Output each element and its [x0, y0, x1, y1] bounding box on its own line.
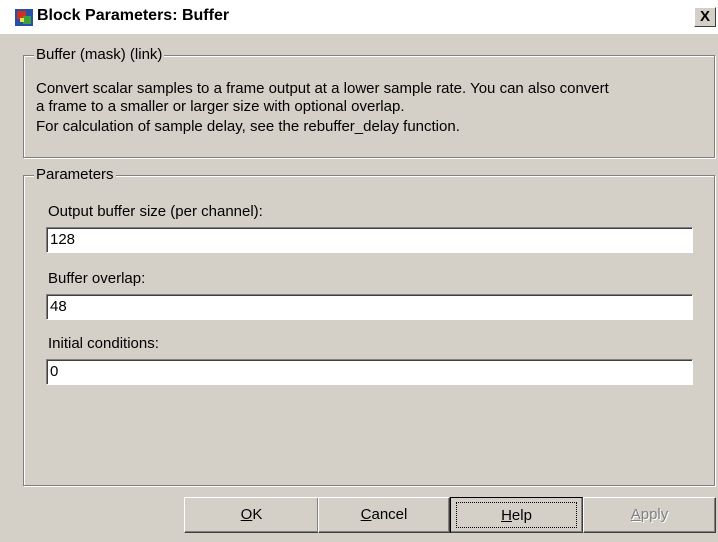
- apply-button[interactable]: Apply: [583, 497, 716, 533]
- window-title: Block Parameters: Buffer: [37, 7, 230, 24]
- help-mnemonic: H: [501, 507, 512, 524]
- buffer-overlap-input[interactable]: 48: [46, 294, 693, 320]
- description-line-3: For calculation of sample delay, see the…: [36, 118, 460, 135]
- help-label-rest: elp: [511, 507, 532, 524]
- simulink-block-icon: [15, 9, 33, 26]
- output-buffer-size-input[interactable]: 128: [46, 227, 693, 253]
- ok-button[interactable]: OK: [184, 497, 319, 533]
- description-group-title: Buffer (mask) (link): [34, 46, 165, 64]
- title-bar: Block Parameters: Buffer X: [0, 0, 718, 34]
- cancel-label-rest: ancel: [371, 506, 408, 523]
- parameters-group-title: Parameters: [34, 166, 116, 184]
- description-line-1: Convert scalar samples to a frame output…: [36, 80, 609, 97]
- cancel-button[interactable]: Cancel: [318, 497, 450, 533]
- description-group: Buffer (mask) (link) Convert scalar samp…: [23, 46, 715, 158]
- description-line-2: a frame to a smaller or larger size with…: [36, 98, 405, 115]
- parameters-group: Parameters: [23, 166, 715, 486]
- initial-conditions-input[interactable]: 0: [46, 359, 693, 385]
- initial-conditions-label: Initial conditions:: [48, 335, 159, 352]
- ok-label-rest: K: [252, 506, 263, 523]
- output-buffer-size-label: Output buffer size (per channel):: [48, 203, 263, 220]
- help-button[interactable]: Help: [450, 497, 583, 533]
- cancel-mnemonic: C: [360, 506, 372, 523]
- close-button[interactable]: X: [694, 7, 716, 27]
- help-focus-rect: Help: [456, 502, 577, 528]
- ok-mnemonic: O: [240, 506, 253, 523]
- apply-mnemonic: A: [630, 506, 641, 523]
- apply-label-rest: pply: [640, 506, 669, 523]
- close-icon: X: [699, 8, 710, 25]
- buffer-overlap-label: Buffer overlap:: [48, 270, 146, 287]
